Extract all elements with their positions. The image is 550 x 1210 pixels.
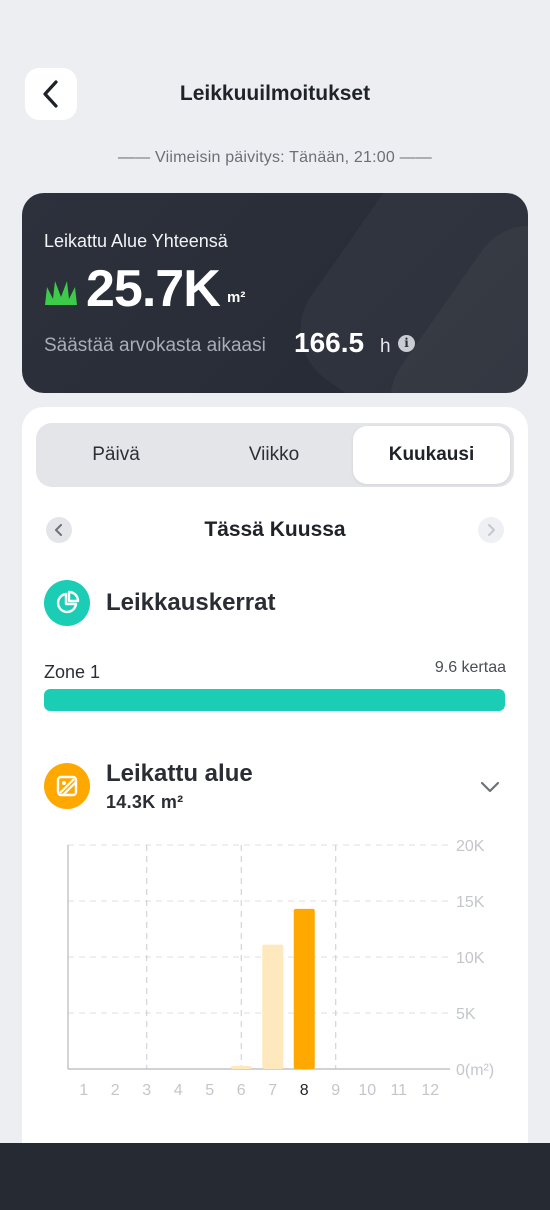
image-area-icon <box>56 775 78 797</box>
x-tick-label: 5 <box>205 1082 214 1099</box>
total-area-value: 25.7K <box>86 260 221 318</box>
bottom-bar <box>0 1143 550 1210</box>
zone-label: Zone 1 <box>44 662 101 682</box>
x-tick-label: 9 <box>331 1082 340 1099</box>
total-area-unit: m² <box>227 289 246 306</box>
x-tick-label: 2 <box>111 1082 120 1099</box>
x-tick-label: 12 <box>421 1082 439 1099</box>
pie-chart-icon <box>56 590 80 614</box>
y-tick-label: 0(m²) <box>456 1062 494 1079</box>
x-tick-label: 8 <box>300 1082 309 1099</box>
zone-value: 9.6 kertaa <box>434 659 506 676</box>
tab-month[interactable]: Kuukausi <box>353 426 510 484</box>
time-saved-value: 166.5 <box>294 327 365 358</box>
y-tick-label: 20K <box>456 838 485 855</box>
bar-month-7 <box>262 944 284 1069</box>
total-area-label: Leikattu Alue Yhteensä <box>44 231 228 251</box>
period-title: Tässä Kuussa <box>204 518 346 541</box>
mowing-count-icon-badge <box>44 580 90 626</box>
area-title: Leikattu alue <box>106 760 253 787</box>
next-period-button[interactable] <box>478 517 504 543</box>
summary-card: Leikattu Alue Yhteensä 25.7K m² Säästää … <box>22 193 528 393</box>
tab-week[interactable]: Viikko <box>194 423 354 487</box>
area-icon-badge <box>44 763 90 809</box>
y-tick-label: 15K <box>456 894 485 911</box>
period-tabs: Päivä Viikko Kuukausi <box>36 423 514 487</box>
monthly-area-chart: 0(m²)5K10K15K20K1 2 3 4 5 6 7 8 9 10 11 12 <box>67 838 494 1099</box>
page-title: Leikkuuilmoitukset <box>179 82 371 105</box>
y-tick-label: 5K <box>456 1006 476 1023</box>
chevron-right-icon <box>488 524 495 536</box>
time-saved-unit: h <box>380 336 391 357</box>
chevron-down-icon[interactable] <box>478 775 502 799</box>
header: Leikkuuilmoitukset <box>0 68 550 121</box>
x-tick-label: 7 <box>268 1082 277 1099</box>
x-tick-label: 1 <box>79 1082 88 1099</box>
bar-month-8 <box>293 908 315 1069</box>
zone-progress-fill <box>44 689 505 711</box>
mowing-count-title: Leikkauskerrat <box>106 589 276 616</box>
y-tick-label: 10K <box>456 950 485 967</box>
tab-day[interactable]: Päivä <box>36 423 196 487</box>
zone-progress-track <box>44 689 505 711</box>
grass-icon <box>45 281 77 305</box>
x-tick-label: 11 <box>390 1082 407 1099</box>
area-value: 14.3K m² <box>106 792 184 812</box>
x-tick-label: 4 <box>174 1082 183 1099</box>
stats-card: Päivä Viikko Kuukausi Tässä Kuussa Leikk… <box>22 407 528 1167</box>
time-saved-label: Säästää arvokasta aikaasi <box>44 335 266 356</box>
bar-month-6 <box>230 1066 252 1069</box>
x-tick-label: 6 <box>237 1082 246 1099</box>
x-tick-label: 10 <box>358 1082 376 1099</box>
x-tick-label: 3 <box>142 1082 151 1099</box>
info-icon[interactable]: i <box>398 335 415 352</box>
last-update-text: —— Viimeisin päivitys: Tänään, 21:00 —— <box>117 149 432 166</box>
